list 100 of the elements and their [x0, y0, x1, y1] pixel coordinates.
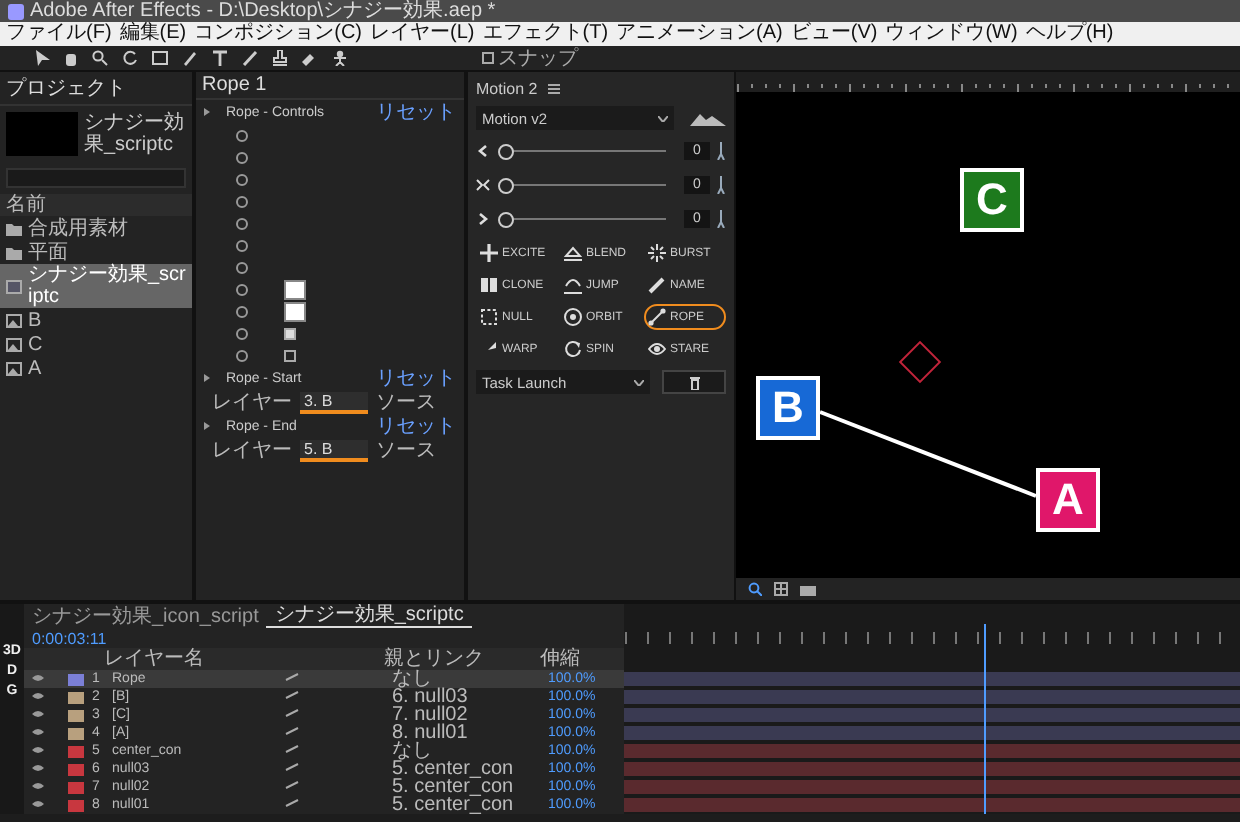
- caret-icon: [634, 379, 644, 385]
- parent-dropdown[interactable]: 5. center_con: [392, 796, 548, 814]
- brush-tool-icon: [242, 50, 258, 66]
- slider-thumb[interactable]: [498, 211, 514, 227]
- parent-dropdown[interactable]: 6. null03: [392, 688, 548, 706]
- line-icon: [648, 308, 666, 326]
- effect-controls-tab[interactable]: Rope 1: [196, 72, 464, 100]
- column-header[interactable]: 名前: [0, 194, 192, 216]
- composition-tab[interactable]: シナジー効果_scriptc: [266, 604, 472, 628]
- menu-item[interactable]: ファイル(F): [6, 22, 112, 46]
- snap-checkbox[interactable]: スナップ: [482, 44, 578, 72]
- layer-dropdown[interactable]: 5. B: [300, 439, 368, 461]
- magnifier-icon: [748, 582, 762, 596]
- composition-tab[interactable]: シナジー効果_icon_script: [24, 605, 267, 627]
- composition-name: シナジー効果_scriptc: [84, 112, 186, 156]
- slider-thumb[interactable]: [498, 143, 514, 159]
- label-color[interactable]: [68, 673, 84, 685]
- pen-tool-icon: [182, 50, 198, 66]
- menu-item[interactable]: エフェクト(T): [482, 22, 609, 46]
- menu-item[interactable]: ヘルプ(H): [1025, 22, 1114, 46]
- source-label: ソース: [376, 390, 436, 416]
- label-color[interactable]: [68, 727, 84, 739]
- search-field[interactable]: [6, 168, 186, 188]
- menu-item[interactable]: ウィンドウ(W): [885, 22, 1018, 46]
- eraser-icon: [302, 50, 318, 66]
- left-chevron-icon: [476, 144, 490, 158]
- column-header[interactable]: レイヤー名: [104, 648, 276, 670]
- reset-link[interactable]: リセット: [376, 98, 456, 126]
- trash-icon: [689, 375, 699, 389]
- label-color[interactable]: [68, 781, 84, 793]
- puppet-icon: [332, 50, 348, 66]
- layers-icon: [564, 244, 582, 262]
- mountains-icon: [690, 111, 726, 125]
- burst-icon: [648, 244, 666, 262]
- dashed-square-icon: [480, 308, 498, 326]
- letter-tile: B: [756, 376, 820, 440]
- jump-icon: [564, 276, 582, 294]
- parent-dropdown[interactable]: 8. null01: [392, 724, 548, 742]
- diamond-shape: [898, 340, 942, 384]
- menu-icon: [547, 83, 560, 93]
- pen-icon: [648, 276, 666, 294]
- reset-link[interactable]: リセット: [376, 412, 456, 440]
- label-color[interactable]: [68, 709, 84, 721]
- plus-icon: [480, 244, 498, 262]
- delete-button[interactable]: [662, 370, 726, 394]
- image-icon: [6, 361, 22, 375]
- menu-item[interactable]: アニメーション(A): [616, 22, 783, 46]
- label-color[interactable]: [68, 745, 84, 757]
- project-item[interactable]: A: [0, 356, 192, 380]
- timecode[interactable]: 0:00:03:11: [32, 629, 107, 647]
- layer-label: レイヤー: [212, 438, 292, 464]
- parent-dropdown[interactable]: 7. null02: [392, 706, 548, 724]
- parent-dropdown[interactable]: 5. center_con: [392, 760, 548, 778]
- color-swatch[interactable]: [284, 301, 306, 321]
- column-header[interactable]: 伸縮: [540, 648, 616, 670]
- parent-dropdown[interactable]: なし: [392, 742, 548, 760]
- pointer-icon: [36, 50, 50, 66]
- reset-link[interactable]: リセット: [376, 364, 456, 392]
- stamp-icon: [272, 50, 288, 66]
- slider-thumb[interactable]: [498, 177, 514, 193]
- target-icon: [564, 308, 582, 326]
- menu-item[interactable]: レイヤー(L): [370, 22, 475, 46]
- project-item[interactable]: 平面: [0, 240, 192, 264]
- eye-icon: [648, 340, 666, 358]
- right-chevron-icon: [476, 212, 490, 226]
- menu-item[interactable]: ビュー(V): [790, 22, 878, 46]
- project-item[interactable]: B: [0, 308, 192, 332]
- checkbox[interactable]: [284, 349, 296, 361]
- letter-tile: C: [960, 168, 1024, 232]
- project-item[interactable]: C: [0, 332, 192, 356]
- label-color[interactable]: [68, 763, 84, 775]
- menu-item[interactable]: コンポジション(C): [194, 22, 363, 46]
- checkbox[interactable]: [284, 327, 296, 339]
- layer-label: レイヤー: [212, 390, 292, 416]
- project-item[interactable]: シナジー効果_scriptc: [0, 264, 192, 308]
- parent-dropdown[interactable]: 5. center_con: [392, 778, 548, 796]
- image-icon: [6, 313, 22, 327]
- window-title: Adobe After Effects - D:\Desktop\シナジー効果.aep *: [30, 0, 496, 22]
- letter-tile: A: [1036, 468, 1100, 532]
- project-item[interactable]: 合成用素材: [0, 216, 192, 240]
- rectangle-icon: [152, 50, 168, 66]
- parent-dropdown[interactable]: なし: [392, 670, 548, 688]
- project-tab[interactable]: プロジェクト: [0, 72, 192, 106]
- composition-icon: [6, 279, 22, 293]
- app-logo-icon: [8, 3, 24, 19]
- layer-dropdown[interactable]: 3. B: [300, 391, 368, 413]
- arc-arrow-icon: [564, 340, 582, 358]
- search-icon: [92, 50, 108, 66]
- panel-title: Motion 2: [476, 79, 538, 97]
- label-color[interactable]: [68, 799, 84, 811]
- color-swatch[interactable]: [284, 279, 306, 299]
- menu-item[interactable]: 編集(E): [119, 22, 187, 46]
- text-tool-icon: [212, 50, 228, 66]
- grid-icon: [774, 582, 788, 596]
- source-label: ソース: [376, 438, 436, 464]
- composition-thumbnail: [6, 112, 78, 156]
- column-header[interactable]: 親とリンク: [384, 648, 540, 670]
- label-color[interactable]: [68, 691, 84, 703]
- caret-icon: [658, 115, 668, 121]
- image-icon: [6, 337, 22, 351]
